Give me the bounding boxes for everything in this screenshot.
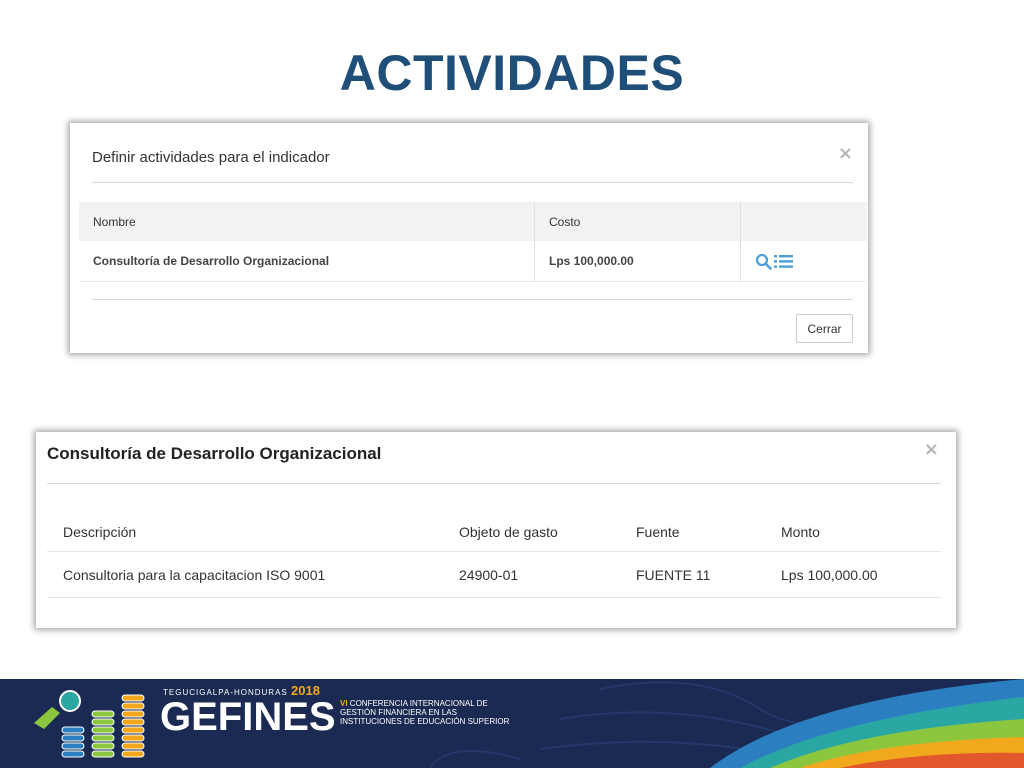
- column-header-fuente: Fuente: [636, 523, 680, 540]
- divider: [47, 483, 941, 484]
- modal-title: Consultoría de Desarrollo Organizacional: [47, 444, 382, 463]
- activity-detail-modal: Consultoría de Desarrollo Organizacional…: [36, 432, 956, 628]
- table-header: Descripción Objeto de gasto Fuente Monto: [47, 512, 941, 552]
- slide-title: ACTIVIDADES: [339, 45, 685, 101]
- close-icon[interactable]: ×: [924, 441, 939, 459]
- column-header-nombre: Nombre: [79, 202, 535, 241]
- activity-name: Consultoría de Desarrollo Organizacional: [79, 241, 535, 281]
- list-icon[interactable]: [774, 254, 793, 269]
- column-header-actions: [741, 202, 867, 241]
- table-row: Consultoria para la capacitacion ISO 900…: [47, 552, 941, 598]
- detail-fuente: FUENTE 11: [636, 566, 711, 583]
- activity-cost: Lps 100,000.00: [535, 241, 741, 281]
- logo-brand: GEFINES: [160, 695, 336, 739]
- table-header: Nombre Costo: [79, 202, 867, 241]
- search-icon[interactable]: [755, 253, 772, 270]
- footer-banner: TEGUCIGALPA-HONDURAS 2018 GEFINES VI CON…: [0, 679, 1024, 768]
- logo-icon: [34, 690, 145, 758]
- footer-decoration: [34, 679, 1024, 768]
- divider: [92, 299, 853, 300]
- modal-title: Definir actividades para el indicador: [92, 149, 330, 166]
- column-header-descripcion: Descripción: [63, 523, 137, 540]
- table-row: Consultoría de Desarrollo Organizacional…: [79, 241, 867, 282]
- column-header-monto: Monto: [781, 523, 820, 540]
- detail-table: Descripción Objeto de gasto Fuente Monto…: [47, 512, 941, 598]
- close-icon[interactable]: ×: [838, 145, 853, 163]
- column-header-objeto: Objeto de gasto: [459, 523, 558, 540]
- close-button[interactable]: Cerrar: [796, 314, 853, 343]
- detail-descripcion: Consultoria para la capacitacion ISO 900…: [63, 566, 326, 583]
- detail-objeto: 24900-01: [459, 566, 519, 583]
- logo-tagline: VI CONFERENCIA INTERNACIONAL DE GESTIÓN …: [340, 699, 510, 726]
- define-activities-modal: Definir actividades para el indicador × …: [70, 123, 868, 353]
- detail-monto: Lps 100,000.00: [781, 566, 878, 583]
- column-header-costo: Costo: [535, 202, 741, 241]
- activities-table: Nombre Costo Consultoría de Desarrollo O…: [79, 202, 867, 282]
- divider: [92, 182, 853, 183]
- row-actions: [741, 241, 867, 281]
